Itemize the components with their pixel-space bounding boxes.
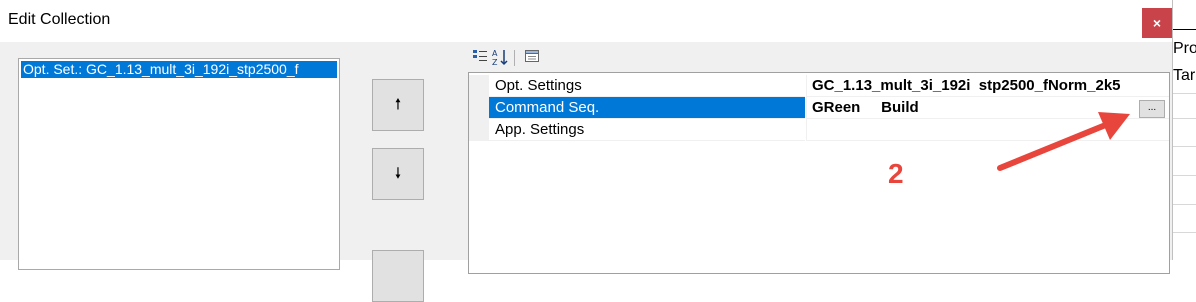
- divider: [1173, 146, 1196, 147]
- alphabetical-sort-icon[interactable]: A Z: [490, 48, 510, 68]
- divider: [1173, 175, 1196, 176]
- divider: [1173, 232, 1196, 233]
- toolbar-separator: [514, 50, 515, 66]
- property-name[interactable]: App. Settings: [489, 119, 805, 141]
- background-label: Tar: [1173, 67, 1196, 84]
- property-value[interactable]: GC_1.13_mult_3i_192i stp2500_fNorm_2k5: [806, 75, 1169, 97]
- window-title: Edit Collection: [8, 11, 111, 28]
- list-item[interactable]: Opt. Set.: GC_1.13_mult_3i_192i_stp2500_…: [21, 61, 337, 78]
- arrow-up-icon: 🠕: [394, 96, 402, 113]
- divider: [1173, 118, 1196, 119]
- close-button[interactable]: ×: [1142, 8, 1172, 38]
- categorized-icon[interactable]: [470, 48, 490, 68]
- property-name[interactable]: Opt. Settings: [489, 75, 805, 97]
- move-down-button[interactable]: 🠗: [372, 148, 424, 200]
- annotation-arrow: [997, 112, 1130, 171]
- title-bar: Edit Collection ×: [0, 0, 1172, 42]
- ellipsis-button[interactable]: ...: [1139, 100, 1165, 118]
- close-icon: ×: [1152, 15, 1162, 31]
- svg-text:Z: Z: [492, 58, 498, 66]
- property-name-selected[interactable]: Command Seq.: [489, 97, 805, 119]
- annotation-number: 2: [888, 158, 904, 189]
- background-window-edge: ___ Pro Tar: [1172, 0, 1196, 260]
- background-label: Pro: [1173, 40, 1196, 57]
- property-pages-icon[interactable]: [522, 48, 542, 68]
- members-listbox[interactable]: Opt. Set.: GC_1.13_mult_3i_192i_stp2500_…: [18, 58, 340, 270]
- divider: [1173, 93, 1196, 94]
- remove-button[interactable]: [372, 250, 424, 302]
- move-up-button[interactable]: 🠕: [372, 79, 424, 131]
- row-gutter: [469, 97, 489, 119]
- svg-text:A: A: [492, 49, 498, 58]
- property-row-opt-settings[interactable]: Opt. Settings GC_1.13_mult_3i_192i stp25…: [469, 75, 1169, 97]
- row-gutter: [469, 75, 489, 97]
- background-text: ___: [1173, 14, 1196, 31]
- arrow-down-icon: 🠗: [394, 165, 402, 182]
- divider: [1173, 204, 1196, 205]
- row-gutter: [469, 119, 489, 141]
